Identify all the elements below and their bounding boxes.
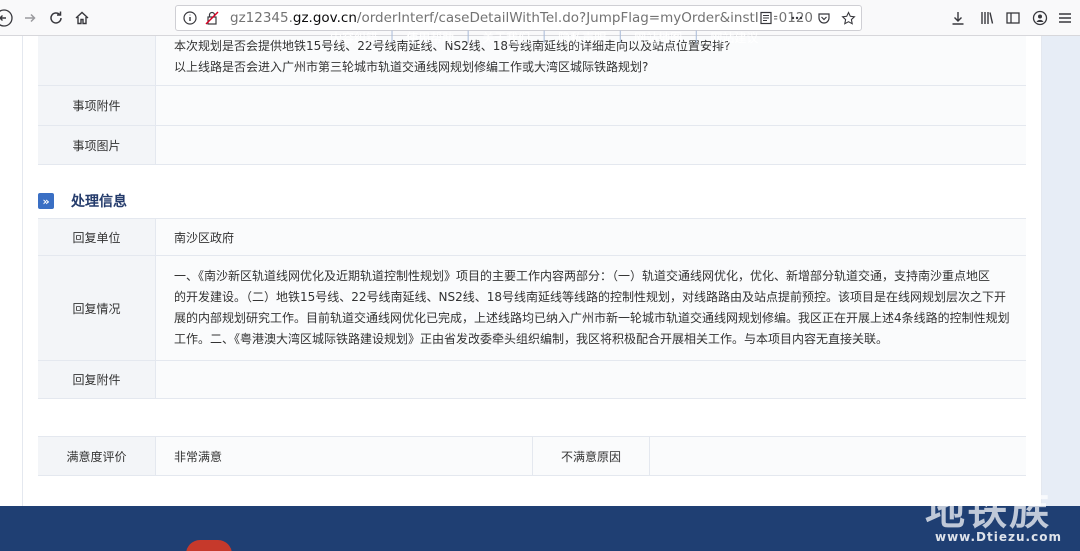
question-row-label xyxy=(38,36,156,85)
reader-view-icon[interactable] xyxy=(758,10,774,26)
home-icon[interactable] xyxy=(70,6,94,30)
event-image-value xyxy=(156,126,1026,164)
footer-separator: | xyxy=(694,29,699,43)
pocket-icon[interactable] xyxy=(816,10,832,26)
reply-line-1: 一、《南沙新区轨道线网优化及近期轨道控制性规划》项目的主要工作内容两部分：（一）… xyxy=(174,269,991,283)
info-icon[interactable] xyxy=(182,10,198,26)
back-icon[interactable] xyxy=(0,6,16,30)
reply-unit-row: 回复单位 南沙区政府 xyxy=(38,218,1026,256)
bookmark-star-icon[interactable] xyxy=(840,10,856,26)
url-text: gz12345.gz.gov.cn/orderInterf/caseDetail… xyxy=(230,10,813,26)
menu-icon[interactable] xyxy=(1053,6,1077,30)
reply-attachment-label: 回复附件 xyxy=(38,361,156,398)
watermark-logo: 地铁族 xyxy=(925,488,1051,534)
satisfaction-value: 非常满意 xyxy=(174,449,223,464)
footer-link-suggestions[interactable]: 网站建议 xyxy=(710,29,758,46)
page-gutter-left xyxy=(0,36,22,506)
processing-section-title: 处理信息 xyxy=(71,194,127,210)
footer-link-sitemap[interactable]: 网站地图 xyxy=(634,29,682,46)
satisfaction-row: 满意度评价 非常满意 不满意原因 xyxy=(38,436,1026,476)
reply-unit-value: 南沙区政府 xyxy=(156,219,1026,255)
emblem-icon xyxy=(186,540,232,551)
event-image-label: 事项图片 xyxy=(38,126,156,164)
event-attachment-row: 事项附件 xyxy=(38,86,1026,126)
footer-link-help[interactable]: 使用帮助 xyxy=(406,29,454,46)
footer-links: 内容纠错 | 使用帮助 | 关于我们 | 隐私声明 | 网站地图 | 网站建议 xyxy=(330,29,758,46)
dissatisfaction-reason-label: 不满意原因 xyxy=(532,437,650,475)
footer-separator: | xyxy=(542,29,547,43)
more-icon[interactable] xyxy=(789,10,805,26)
url-path: /orderInterf/caseDetailWithTel.do?JumpFl… xyxy=(356,10,813,26)
footer-separator: | xyxy=(618,29,623,43)
page-gutter-right xyxy=(1042,36,1080,506)
satisfaction-label: 满意度评价 xyxy=(38,437,156,475)
reply-line-2: 的开发建设。（二）地铁15号线、22号线南延线、NS2线、18号线南延线等线路的… xyxy=(174,290,1007,304)
event-attachment-label: 事项附件 xyxy=(38,86,156,125)
insecure-lock-icon[interactable] xyxy=(204,10,220,26)
reply-content-text: 一、《南沙新区轨道线网优化及近期轨道控制性规划》项目的主要工作内容两部分：（一）… xyxy=(174,266,1014,350)
processing-section-header: » 处理信息 xyxy=(38,190,127,212)
download-icon[interactable] xyxy=(946,6,970,30)
question-line-2: 以上线路是否会进入广州市第三轮城市轨道交通线网规划修编工作或大湾区城际铁路规划? xyxy=(174,60,649,74)
dissatisfaction-reason-value xyxy=(650,437,1026,475)
reply-content-label: 回复情况 xyxy=(38,256,156,360)
footer-link-privacy[interactable]: 隐私声明 xyxy=(558,29,606,46)
event-image-row: 事项图片 xyxy=(38,126,1026,165)
site-footer xyxy=(0,506,1080,551)
url-bar[interactable]: gz12345.gz.gov.cn/orderInterf/caseDetail… xyxy=(175,5,862,31)
footer-link-about[interactable]: 关于我们 xyxy=(482,29,530,46)
reload-icon[interactable] xyxy=(44,6,68,30)
footer-separator: | xyxy=(466,29,471,43)
footer-separator: | xyxy=(390,29,395,43)
reply-line-4: 工作。二、《粤港澳大湾区城际铁路建设规划》正由省发改委牵头组织编制，我区将积极配… xyxy=(174,332,889,346)
url-prefix: gz12345. xyxy=(230,10,293,26)
reply-attachment-value xyxy=(156,361,1026,398)
event-attachment-value xyxy=(156,86,1026,125)
forward-icon[interactable] xyxy=(18,6,42,30)
account-icon[interactable] xyxy=(1028,6,1052,30)
watermark-url: www.Dtiezu.com xyxy=(935,530,1062,544)
sidebar-icon[interactable] xyxy=(1001,6,1025,30)
reply-line-3: 展的内部规划研究工作。目前轨道交通线网优化已完成，上述线路均已纳入广州市新一轮城… xyxy=(174,311,1010,325)
url-host: gz.gov.cn xyxy=(292,10,357,26)
double-chevron-right-icon: » xyxy=(38,193,54,209)
footer-link-content-correction[interactable]: 内容纠错 xyxy=(330,29,378,46)
reply-unit-label: 回复单位 xyxy=(38,219,156,255)
library-icon[interactable] xyxy=(975,6,999,30)
reply-attachment-row: 回复附件 xyxy=(38,361,1026,399)
